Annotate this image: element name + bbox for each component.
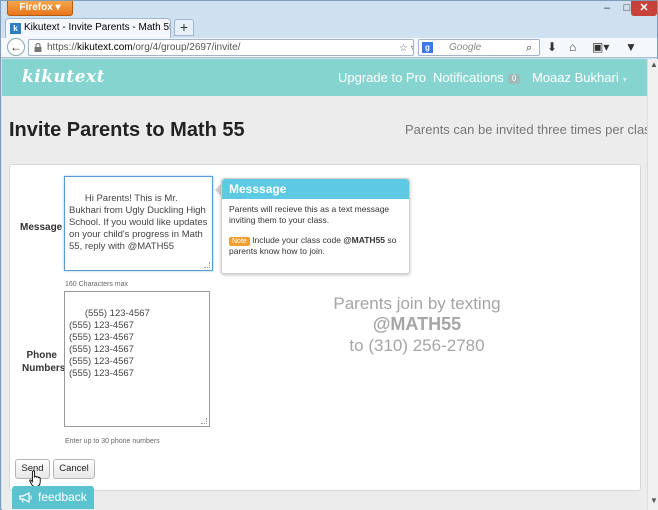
chevron-down-icon: ▾: [622, 75, 627, 84]
page-title: Invite Parents to Math 55: [9, 119, 245, 141]
resize-handle-icon[interactable]: [201, 418, 207, 424]
app-navbar: kikutext Upgrade to Pro Notifications 0 M…: [2, 59, 647, 96]
search-bar[interactable]: g Google ⌕: [418, 39, 540, 56]
url-host: kikutext.com: [77, 42, 133, 53]
feedback-label: feedback: [38, 490, 87, 504]
close-window-button[interactable]: ✕: [631, 1, 657, 16]
screen-icon[interactable]: ▣▾: [592, 40, 609, 54]
title-bar: Firefox ▾ – □ ✕: [1, 1, 657, 17]
tooltip-title: Messsage: [222, 179, 409, 199]
address-bar[interactable]: https://kikutext.com/org/4/group/2697/in…: [28, 39, 414, 56]
tooltip-text: Parents will recieve this as a text mess…: [229, 204, 390, 225]
scroll-down-icon[interactable]: ▼: [650, 496, 658, 505]
feedback-button[interactable]: feedback: [12, 486, 94, 509]
new-tab-button[interactable]: +: [174, 19, 194, 36]
message-char-hint: 160 Characters max: [65, 281, 129, 288]
kikutext-favicon-icon: k: [10, 23, 21, 34]
kikutext-logo[interactable]: kikutext: [22, 67, 105, 87]
megaphone-icon: [19, 492, 32, 503]
phone-numbers-label: Phone Numbers: [22, 350, 66, 374]
tooltip-body: Parents will recieve this as a text mess…: [222, 199, 409, 262]
notifications-count-badge: 0: [507, 73, 521, 84]
scroll-up-icon[interactable]: ▲: [650, 60, 658, 69]
url-prefix: https://: [47, 42, 78, 53]
back-button[interactable]: ←: [7, 38, 25, 56]
minimize-button[interactable]: –: [597, 1, 617, 16]
vertical-scrollbar[interactable]: ▲ ▼: [647, 59, 658, 510]
notifications-link[interactable]: Notifications 0: [433, 70, 521, 85]
lock-icon: [34, 43, 42, 52]
page-content: kikutext Upgrade to Pro Notifications 0 M…: [2, 59, 647, 510]
user-name: Moaaz Bukhari: [532, 70, 619, 85]
join-line-1: Parents join by texting: [333, 294, 501, 313]
browser-window: Firefox ▾ – □ ✕ k Kikutext - Invite Pare…: [0, 0, 658, 510]
tab-strip: k Kikutext - Invite Parents - Math 55 +: [1, 18, 657, 38]
bookmark-reload-icons[interactable]: ☆ ▿ C: [399, 41, 413, 55]
search-placeholder: Google: [449, 42, 482, 53]
join-phone-number: to (310) 256-2780: [349, 336, 485, 355]
resize-handle-icon[interactable]: [204, 262, 210, 268]
tab-title: Kikutext - Invite Parents - Math 55: [24, 22, 171, 33]
pocket-icon[interactable]: ▼: [625, 40, 637, 54]
phone-numbers-hint: Enter up to 30 phone numbers: [65, 438, 160, 445]
url-path: /org/4/group/2697/invite/: [132, 42, 241, 53]
upgrade-link[interactable]: Upgrade to Pro: [338, 70, 426, 85]
join-class-code: @MATH55: [372, 314, 462, 334]
firefox-menu-button[interactable]: Firefox ▾: [7, 1, 73, 16]
phone-numbers-text: (555) 123-4567 (555) 123-4567 (555) 123-…: [69, 308, 150, 379]
cancel-button[interactable]: Cancel: [53, 459, 95, 479]
message-textarea[interactable]: Hi Parents! This is Mr. Bukhari from Ugl…: [64, 176, 213, 271]
user-menu[interactable]: Moaaz Bukhari ▾: [532, 70, 627, 85]
navigation-bar: ← https://kikutext.com/org/4/group/2697/…: [1, 38, 657, 58]
message-text: Hi Parents! This is Mr. Bukhari from Ugl…: [69, 193, 211, 252]
notifications-label: Notifications: [433, 70, 504, 85]
join-instructions: Parents join by texting @MATH55 to (310)…: [302, 293, 532, 356]
note-class-code: @MATH55: [343, 235, 386, 245]
tab-invite-parents[interactable]: k Kikutext - Invite Parents - Math 55: [5, 18, 171, 38]
note-text-pre: Include your class code: [249, 235, 344, 245]
download-icon[interactable]: ⬇: [547, 40, 557, 54]
note-badge: Note: [229, 237, 250, 246]
phone-numbers-textarea[interactable]: (555) 123-4567 (555) 123-4567 (555) 123-…: [64, 291, 210, 427]
search-icon[interactable]: ⌕: [526, 41, 532, 56]
google-icon: g: [422, 42, 433, 53]
home-icon[interactable]: ⌂: [569, 40, 576, 54]
message-label: Message: [20, 222, 63, 233]
tooltip-note: Note Include your class code @MATH55 so …: [229, 235, 402, 257]
page-subtitle: Parents can be invited three times per c…: [405, 122, 647, 137]
message-tooltip: Messsage Parents will recieve this as a …: [221, 178, 410, 274]
